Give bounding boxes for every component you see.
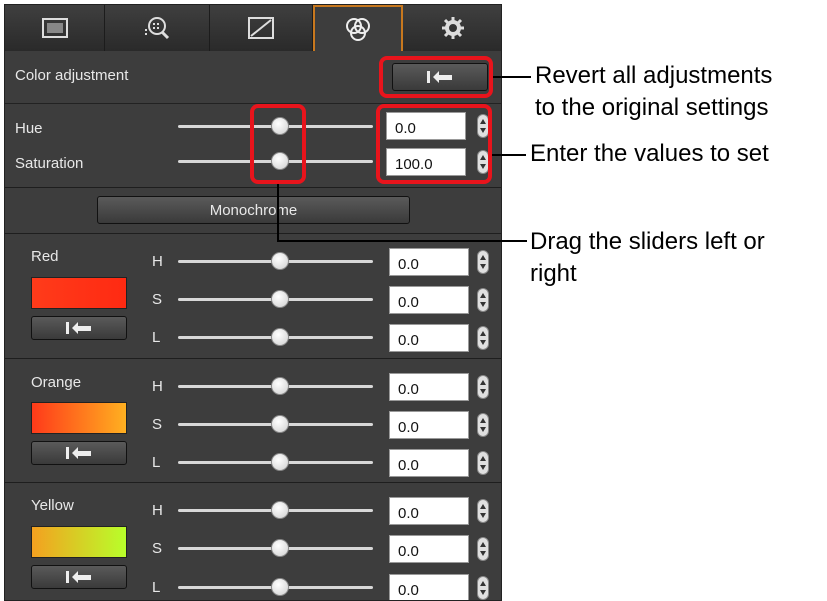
revert-orange-button[interactable] — [31, 441, 127, 465]
divider — [5, 482, 501, 483]
red-hue-field[interactable] — [389, 248, 469, 276]
s-letter: S — [152, 416, 163, 433]
tab-bar — [5, 5, 501, 51]
channel-name: Red — [31, 248, 59, 265]
annotation-revert-line2: to the original settings — [535, 94, 769, 121]
yellow-hue-field[interactable] — [389, 497, 469, 525]
annotation-enter: Enter the values to set — [530, 140, 769, 167]
color-swatch-yellow — [31, 526, 127, 558]
orange-hue-field[interactable] — [389, 373, 469, 401]
hue-label: Hue — [15, 120, 43, 137]
image-frame-icon — [41, 18, 68, 38]
divider — [5, 358, 501, 359]
channel-name: Orange — [31, 374, 82, 391]
revert-arrow-icon — [66, 322, 91, 334]
orange-saturation-field[interactable] — [389, 411, 469, 439]
orange-hue-stepper[interactable] — [477, 375, 489, 399]
yellow-luminance-slider-thumb[interactable] — [271, 578, 289, 596]
red-saturation-stepper[interactable] — [477, 288, 489, 312]
yellow-hue-stepper[interactable] — [477, 499, 489, 523]
yellow-hue-slider-thumb[interactable] — [271, 501, 289, 519]
annotation-drag-line2: right — [530, 260, 577, 287]
l-letter: L — [152, 454, 161, 471]
yellow-saturation-stepper[interactable] — [477, 537, 489, 561]
red-hue-stepper[interactable] — [477, 250, 489, 274]
h-letter: H — [152, 253, 163, 270]
revert-red-button[interactable] — [31, 316, 127, 340]
red-saturation-field[interactable] — [389, 286, 469, 314]
leader-line-sliders-horizontal — [277, 240, 527, 242]
l-letter: L — [152, 579, 161, 596]
h-letter: H — [152, 378, 163, 395]
yellow-saturation-slider-thumb[interactable] — [271, 539, 289, 557]
gear-icon — [442, 17, 464, 39]
leader-line-revert — [493, 76, 531, 78]
red-luminance-stepper[interactable] — [477, 326, 489, 350]
callout-box-values — [376, 104, 492, 184]
orange-luminance-field[interactable] — [389, 449, 469, 477]
annotation-revert-line1: Revert all adjustments — [535, 62, 773, 89]
tone-curve-icon — [248, 17, 274, 39]
annotation-drag: Drag the sliders left or right — [530, 226, 765, 290]
s-letter: S — [152, 540, 163, 557]
h-letter: H — [152, 502, 163, 519]
tab-settings[interactable] — [403, 5, 501, 51]
orange-luminance-slider-thumb[interactable] — [271, 453, 289, 471]
divider — [5, 187, 501, 188]
tab-color-adjustment[interactable] — [313, 5, 403, 51]
zoom-grid-icon — [145, 17, 170, 40]
leader-line-sliders-vertical — [277, 184, 279, 241]
tab-basic-image[interactable] — [5, 5, 105, 51]
color-swatch-red — [31, 277, 127, 309]
revert-yellow-button[interactable] — [31, 565, 127, 589]
yellow-luminance-stepper[interactable] — [477, 576, 489, 600]
red-saturation-slider-thumb[interactable] — [271, 290, 289, 308]
saturation-label: Saturation — [15, 155, 84, 172]
red-luminance-field[interactable] — [389, 324, 469, 352]
annotation-drag-line1: Drag the sliders left or — [530, 228, 765, 255]
orange-hue-slider-thumb[interactable] — [271, 377, 289, 395]
annotation-revert: Revert all adjustments to the original s… — [535, 60, 772, 124]
orange-saturation-stepper[interactable] — [477, 413, 489, 437]
monochrome-label: Monochrome — [209, 201, 298, 219]
orange-luminance-stepper[interactable] — [477, 451, 489, 475]
callout-box-revert — [379, 56, 493, 98]
color-circles-icon — [346, 18, 370, 41]
divider — [5, 233, 501, 234]
color-swatch-orange — [31, 402, 127, 434]
tab-nr-lens[interactable] — [105, 5, 210, 51]
l-letter: L — [152, 329, 161, 346]
section-title: Color adjustment — [15, 67, 129, 84]
revert-arrow-icon — [66, 447, 91, 459]
tab-tone-curve[interactable] — [210, 5, 313, 51]
leader-line-values — [492, 154, 526, 156]
red-luminance-slider-thumb[interactable] — [271, 328, 289, 346]
red-hue-slider-thumb[interactable] — [271, 252, 289, 270]
monochrome-button[interactable]: Monochrome — [97, 196, 410, 224]
orange-saturation-slider-thumb[interactable] — [271, 415, 289, 433]
s-letter: S — [152, 291, 163, 308]
yellow-saturation-field[interactable] — [389, 535, 469, 563]
revert-arrow-icon — [66, 571, 91, 583]
yellow-luminance-field[interactable] — [389, 574, 469, 600]
channel-name: Yellow — [31, 497, 74, 514]
callout-box-sliders — [250, 104, 306, 184]
